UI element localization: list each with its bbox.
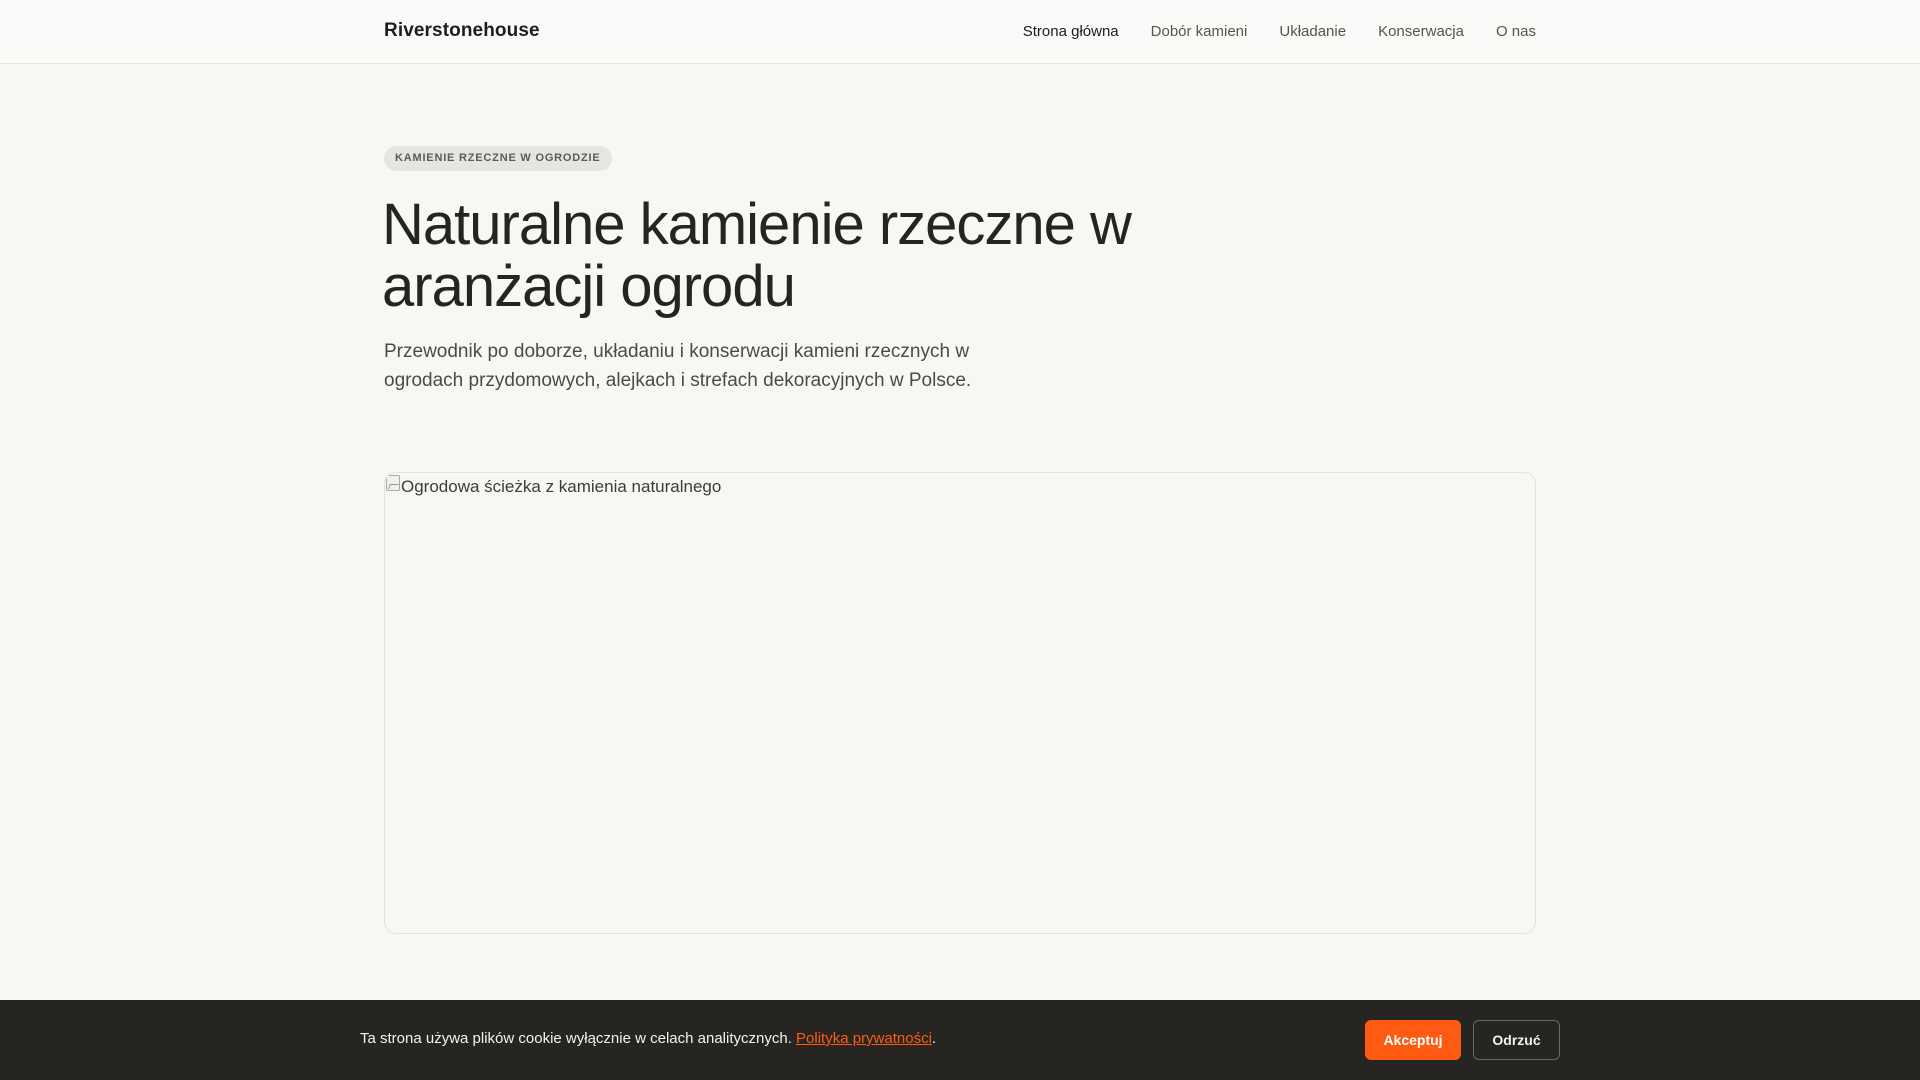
page-title: Naturalne kamienie rzeczne w aranżacji o…	[382, 192, 1132, 319]
cookie-message-suffix: .	[931, 1030, 937, 1047]
hero-lead-paragraph: Przewodnik po doborze, układaniu i konse…	[384, 341, 972, 391]
hero-image-alt-text: Ogrodowa ścieżka z kamienia naturalnego	[401, 477, 722, 496]
cookie-message: Ta strona używa plików cookie wyłącznie …	[360, 1030, 936, 1047]
main-nav: Strona główna Dobór kamieni Układanie Ko…	[1023, 23, 1536, 40]
hero-image-placeholder: Ogrodowa ścieżka z kamienia naturalnego	[384, 472, 1536, 934]
nav-link-laying[interactable]: Układanie	[1279, 23, 1346, 40]
top-navigation-bar: Riverstonehouse Strona główna Dobór kami…	[0, 0, 1920, 64]
accept-cookies-button[interactable]: Akceptuj	[1365, 1020, 1461, 1060]
nav-link-stone-selection[interactable]: Dobór kamieni	[1151, 23, 1248, 40]
nav-link-about[interactable]: O nas	[1496, 23, 1536, 40]
nav-link-home[interactable]: Strona główna	[1023, 23, 1119, 40]
hero-eyebrow-badge: KAMIENIE RZECZNE W OGRODZIE	[384, 146, 612, 171]
nav-link-maintenance[interactable]: Konserwacja	[1378, 23, 1464, 40]
decline-cookies-button[interactable]: Odrzuć	[1473, 1020, 1560, 1060]
cookie-message-text: Ta strona używa plików cookie wyłącznie …	[360, 1030, 792, 1047]
privacy-policy-link[interactable]: Polityka prywatności	[796, 1030, 932, 1047]
brand-logo-link[interactable]: Riverstonehouse	[384, 20, 540, 42]
cookie-consent-banner: Ta strona używa plików cookie wyłącznie …	[0, 1000, 1920, 1080]
broken-image-icon	[386, 475, 400, 491]
